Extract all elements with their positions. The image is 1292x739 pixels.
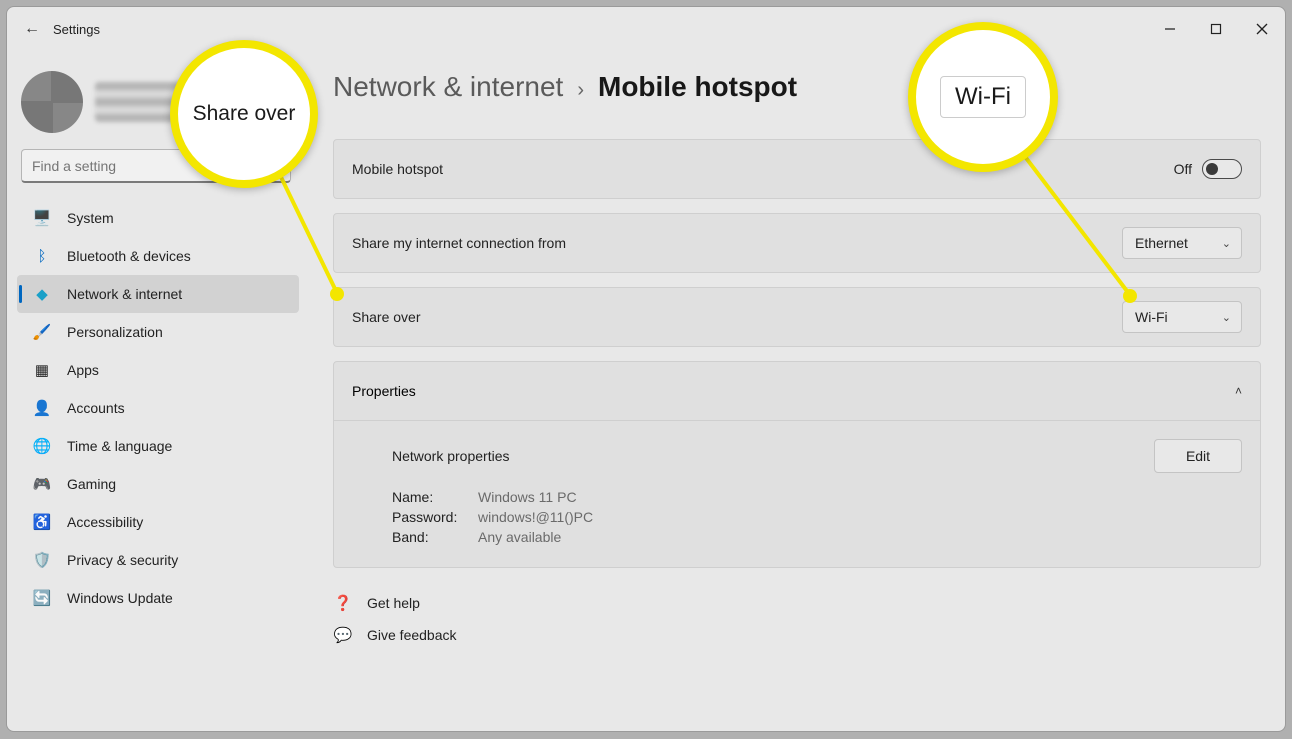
nav-icon: 🛡️ — [31, 549, 53, 571]
nav-icon: 👤 — [31, 397, 53, 419]
card-share-from: Share my internet connection from Ethern… — [333, 213, 1261, 273]
nav-label: Apps — [67, 362, 99, 378]
titlebar: ← Settings — [7, 7, 1285, 51]
nav-label: Personalization — [67, 324, 163, 340]
network-properties-title: Network properties — [392, 448, 510, 464]
close-button[interactable] — [1239, 13, 1285, 45]
nav-icon: ▦ — [31, 359, 53, 381]
avatar — [21, 71, 83, 133]
card-label: Mobile hotspot — [352, 161, 1174, 177]
back-button[interactable]: ← — [17, 14, 47, 44]
breadcrumb-current: Mobile hotspot — [598, 71, 797, 103]
nav-icon: 🎮 — [31, 473, 53, 495]
nav-list: 🖥️ System ᛒ Bluetooth & devices ◆ Network & i… — [17, 199, 299, 617]
prop-password-value: windows!@11()PC — [478, 509, 1242, 525]
nav-label: Accounts — [67, 400, 125, 416]
app-title: Settings — [53, 22, 100, 37]
nav-icon: 🖥️ — [31, 207, 53, 229]
chevron-down-icon: ⌄ — [1222, 237, 1231, 250]
share-over-dropdown[interactable]: Wi-Fi ⌄ — [1122, 301, 1242, 333]
nav-icon: 🔄 — [31, 587, 53, 609]
link-label: Get help — [367, 595, 420, 611]
feedback-icon: 💬 — [333, 626, 353, 644]
sidebar-item-personalization[interactable]: 🖌️ Personalization — [17, 313, 299, 351]
prop-band-key: Band: — [392, 529, 478, 545]
search-input[interactable] — [32, 158, 257, 174]
nav-label: Time & language — [67, 438, 172, 454]
chevron-down-icon: ⌄ — [1222, 311, 1231, 324]
chevron-up-icon: ˄ — [1235, 384, 1242, 398]
properties-header-label: Properties — [352, 383, 416, 399]
prop-band-value: Any available — [478, 529, 1242, 545]
sidebar-item-windows-update[interactable]: 🔄 Windows Update — [17, 579, 299, 617]
search-box[interactable]: 🔍 — [21, 149, 291, 183]
search-icon: 🔍 — [263, 157, 280, 174]
maximize-button[interactable] — [1193, 13, 1239, 45]
breadcrumb-parent[interactable]: Network & internet — [333, 71, 563, 103]
sidebar-item-network-internet[interactable]: ◆ Network & internet — [17, 275, 299, 313]
nav-label: System — [67, 210, 114, 226]
card-label: Share over — [352, 309, 1122, 325]
sidebar-item-system[interactable]: 🖥️ System — [17, 199, 299, 237]
user-name-blurred — [95, 82, 235, 122]
breadcrumb: Network & internet › Mobile hotspot — [333, 71, 1261, 103]
give-feedback-link[interactable]: 💬 Give feedback — [333, 626, 1261, 644]
nav-icon: 🌐 — [31, 435, 53, 457]
minimize-button[interactable] — [1147, 13, 1193, 45]
prop-name-key: Name: — [392, 489, 478, 505]
nav-label: Bluetooth & devices — [67, 248, 191, 264]
help-icon: ❓ — [333, 594, 353, 612]
get-help-link[interactable]: ❓ Get help — [333, 594, 1261, 612]
sidebar-item-gaming[interactable]: 🎮 Gaming — [17, 465, 299, 503]
sidebar-item-apps[interactable]: ▦ Apps — [17, 351, 299, 389]
user-row[interactable] — [17, 67, 299, 145]
sidebar-item-accounts[interactable]: 👤 Accounts — [17, 389, 299, 427]
hotspot-toggle[interactable] — [1202, 159, 1242, 179]
arrow-left-icon: ← — [24, 20, 40, 38]
dropdown-value: Ethernet — [1135, 235, 1188, 251]
nav-label: Accessibility — [67, 514, 143, 530]
card-label: Share my internet connection from — [352, 235, 1122, 251]
prop-name-value: Windows 11 PC — [478, 489, 1242, 505]
link-label: Give feedback — [367, 627, 457, 643]
nav-label: Privacy & security — [67, 552, 178, 568]
properties-header[interactable]: Properties ˄ — [334, 362, 1260, 420]
edit-button[interactable]: Edit — [1154, 439, 1242, 473]
settings-window: ← Settings 🔍 🖥️ System ᛒ Bluetooth & device… — [6, 6, 1286, 732]
share-from-dropdown[interactable]: Ethernet ⌄ — [1122, 227, 1242, 259]
window-controls — [1147, 13, 1285, 45]
main-content: Network & internet › Mobile hotspot Mobi… — [307, 51, 1285, 731]
sidebar-item-accessibility[interactable]: ♿ Accessibility — [17, 503, 299, 541]
nav-label: Windows Update — [67, 590, 173, 606]
toggle-state-text: Off — [1174, 161, 1192, 177]
sidebar-item-time-language[interactable]: 🌐 Time & language — [17, 427, 299, 465]
sidebar: 🔍 🖥️ System ᛒ Bluetooth & devices ◆ Network &… — [7, 51, 307, 731]
properties-table: Name: Windows 11 PC Password: windows!@1… — [392, 489, 1242, 545]
card-properties: Properties ˄ Network properties Edit Nam… — [333, 361, 1261, 568]
card-share-over: Share over Wi-Fi ⌄ — [333, 287, 1261, 347]
nav-icon: ᛒ — [31, 245, 53, 267]
dropdown-value: Wi-Fi — [1135, 309, 1168, 325]
chevron-right-icon: › — [577, 79, 584, 102]
nav-label: Gaming — [67, 476, 116, 492]
footer-links: ❓ Get help 💬 Give feedback — [333, 594, 1261, 644]
sidebar-item-bluetooth-devices[interactable]: ᛒ Bluetooth & devices — [17, 237, 299, 275]
nav-icon: ◆ — [31, 283, 53, 305]
sidebar-item-privacy-security[interactable]: 🛡️ Privacy & security — [17, 541, 299, 579]
prop-password-key: Password: — [392, 509, 478, 525]
nav-icon: 🖌️ — [31, 321, 53, 343]
nav-label: Network & internet — [67, 286, 182, 302]
card-mobile-hotspot[interactable]: Mobile hotspot Off — [333, 139, 1261, 199]
nav-icon: ♿ — [31, 511, 53, 533]
